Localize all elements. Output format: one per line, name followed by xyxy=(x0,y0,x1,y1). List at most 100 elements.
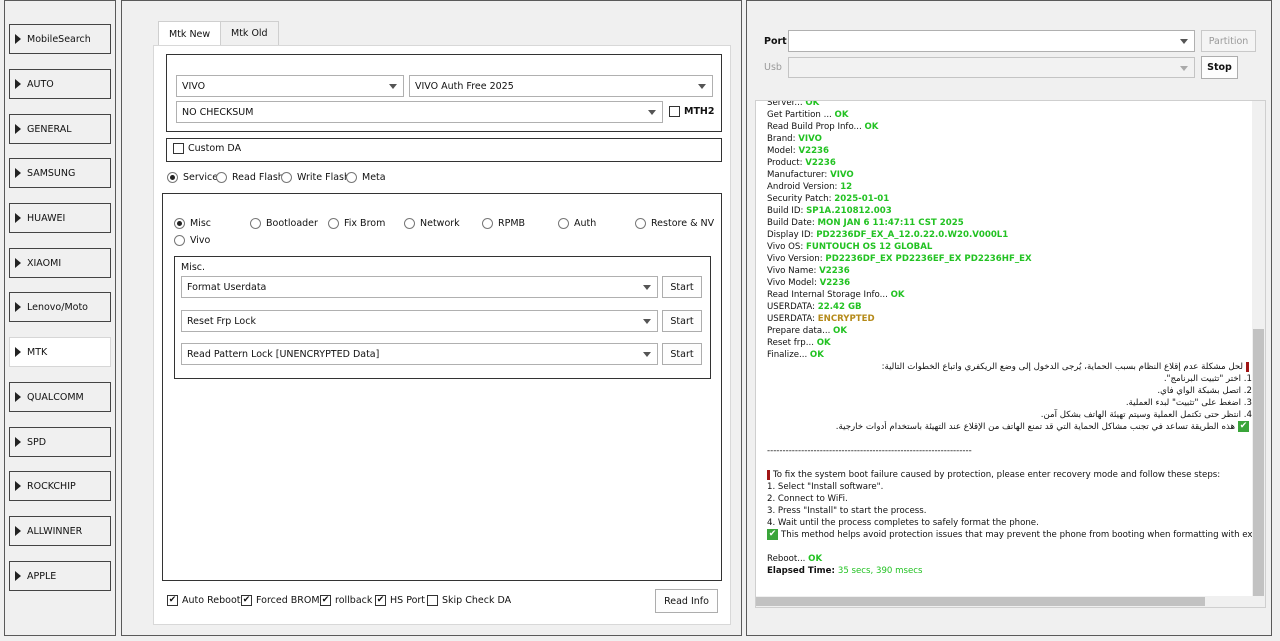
log-text: Android Version: xyxy=(767,182,841,192)
sidebar-item-huawei[interactable]: HUAWEI xyxy=(9,203,111,233)
mode-radio-read-flash[interactable]: Read Flash xyxy=(216,172,284,183)
log-arabic-line: 4. انتظر حتى تكتمل العملية وسيتم تهيئة ا… xyxy=(767,409,1252,421)
misc-action-select[interactable]: Reset Frp Lock xyxy=(181,310,658,332)
log-line: Vivo Version: PD2236DF_EX PD2236EF_EX PD… xyxy=(767,253,1252,265)
op-radio-misc[interactable]: Misc xyxy=(174,218,211,229)
radio-circle xyxy=(216,172,227,183)
sidebar-item-allwinner[interactable]: ALLWINNER xyxy=(9,516,111,546)
log-line: USERDATA: 22.42 GB xyxy=(767,301,1252,313)
mode-radio-write-flash[interactable]: Write Flash xyxy=(281,172,350,183)
log-line: Android Version: 12 xyxy=(767,181,1252,193)
caret-right-icon xyxy=(15,481,21,491)
tab-mtk-new[interactable]: Mtk New xyxy=(158,21,222,46)
op-radio-auth[interactable]: Auth xyxy=(558,218,596,229)
read-info-button[interactable]: Read Info xyxy=(655,589,718,613)
chevron-down-icon xyxy=(1180,39,1188,44)
sidebar-item-rockchip[interactable]: ROCKCHIP xyxy=(9,471,111,501)
option-auto-reboot[interactable]: ✔ Auto Reboot xyxy=(167,595,240,606)
caret-right-icon xyxy=(15,437,21,447)
op-radio-label: Bootloader xyxy=(266,218,318,229)
log-english-text: 1. Select "Install software". xyxy=(767,482,884,492)
mode-radio-meta[interactable]: Meta xyxy=(346,172,386,183)
log-vertical-scrollbar[interactable] xyxy=(1252,101,1265,597)
log-value: V2236 xyxy=(805,158,836,168)
sidebar-item-xiaomi[interactable]: XIAOMI xyxy=(9,248,111,278)
op-radio-label: Fix Brom xyxy=(344,218,386,229)
log-value: MON JAN 6 11:47:11 CST 2025 xyxy=(817,218,964,228)
log-text: Build Date: xyxy=(767,218,818,228)
usb-select[interactable] xyxy=(788,57,1195,78)
option-label: rollback xyxy=(335,595,373,606)
option-hs-port[interactable]: ✔ HS Port xyxy=(375,595,425,606)
log-english-text: To fix the system boot failure caused by… xyxy=(773,470,1221,480)
log-english-line: 4. Wait until the process completes to s… xyxy=(767,517,1252,529)
checkbox-box: ✔ xyxy=(241,595,252,606)
op-radio-restore-nv[interactable]: Restore & NV xyxy=(635,218,714,229)
log-value: OK xyxy=(808,554,823,564)
sidebar-item-mobilesearch[interactable]: MobileSearch xyxy=(9,24,111,54)
radio-circle xyxy=(328,218,339,229)
log-text: USERDATA: xyxy=(767,314,818,324)
op-radio-vivo[interactable]: Vivo xyxy=(174,235,210,246)
stop-button[interactable]: Stop xyxy=(1201,56,1238,79)
misc-start-button[interactable]: Start xyxy=(662,310,702,332)
log-text: Brand: xyxy=(767,134,799,144)
op-radio-fix-brom[interactable]: Fix Brom xyxy=(328,218,385,229)
checksum-select[interactable]: NO CHECKSUM xyxy=(176,101,663,123)
log-english-line: 2. Connect to WiFi. xyxy=(767,493,1252,505)
log-arabic-text: 2. اتصل بشبكة الواي فاي. xyxy=(1157,386,1252,396)
partition-button[interactable]: Partition xyxy=(1201,30,1256,52)
log-line: Build Date: MON JAN 6 11:47:11 CST 2025 xyxy=(767,217,1252,229)
log-content: Server... OK Get Partition ... OK Read Bui… xyxy=(767,100,1252,577)
sidebar-item-lenovo-moto[interactable]: Lenovo/Moto xyxy=(9,292,111,322)
auth-select[interactable]: VIVO Auth Free 2025 xyxy=(409,75,713,97)
log-separator: ----------------------------------------… xyxy=(767,445,1252,457)
chevron-down-icon xyxy=(643,285,651,290)
log-blank xyxy=(767,541,1252,553)
sidebar-item-mtk[interactable]: MTK xyxy=(9,337,111,367)
op-radio-network[interactable]: Network xyxy=(404,218,460,229)
log-value: OK xyxy=(890,290,905,300)
log-value: V2236 xyxy=(798,146,830,156)
log-text: Security Patch: xyxy=(767,194,835,204)
log-line: Vivo Name: V2236 xyxy=(767,265,1252,277)
brand-select[interactable]: VIVO xyxy=(176,75,404,97)
mode-radio-label: Meta xyxy=(362,172,386,183)
log-line: Manufacturer: VIVO xyxy=(767,169,1252,181)
radio-circle xyxy=(174,235,185,246)
log-horizontal-scrollbar[interactable] xyxy=(756,596,1265,607)
log-value: OK xyxy=(805,100,820,108)
sidebar-item-qualcomm[interactable]: QUALCOMM xyxy=(9,382,111,412)
misc-start-button[interactable]: Start xyxy=(662,343,702,365)
log-line: Vivo OS: FUNTOUCH OS 12 GLOBAL xyxy=(767,241,1252,253)
op-radio-bootloader[interactable]: Bootloader xyxy=(250,218,318,229)
op-radio-rpmb[interactable]: RPMB xyxy=(482,218,525,229)
log-line: Get Partition ... OK xyxy=(767,109,1252,121)
misc-action-select[interactable]: Read Pattern Lock [UNENCRYPTED Data] xyxy=(181,343,658,365)
port-select[interactable] xyxy=(788,30,1195,52)
sidebar-item-auto[interactable]: AUTO xyxy=(9,69,111,99)
sidebar-item-apple[interactable]: APPLE xyxy=(9,561,111,591)
caret-right-icon xyxy=(15,302,21,312)
sidebar-item-samsung[interactable]: SAMSUNG xyxy=(9,158,111,188)
start-label: Start xyxy=(670,315,694,327)
log-text: Read Internal Storage Info... xyxy=(767,290,891,300)
sidebar-item-general[interactable]: GENERAL xyxy=(9,114,111,144)
mth2-checkbox[interactable]: MTH2 xyxy=(669,106,715,117)
log-line: Display ID: PD2236DF_EX_A_12.0.22.0.W20.… xyxy=(767,229,1252,241)
option-skip-check-da[interactable]: Skip Check DA xyxy=(427,595,511,606)
sidebar-item-spd[interactable]: SPD xyxy=(9,427,111,457)
misc-start-button[interactable]: Start xyxy=(662,276,702,298)
scrollbar-thumb[interactable] xyxy=(1253,329,1264,597)
log-value: PD2236DF_EX_A_12.0.22.0.W20.V000L1 xyxy=(816,230,1009,240)
misc-action-select[interactable]: Format Userdata xyxy=(181,276,658,298)
custom-da-checkbox[interactable]: Custom DA xyxy=(173,143,241,154)
caret-right-icon xyxy=(15,124,21,134)
scrollbar-thumb[interactable] xyxy=(756,597,1205,606)
log-value: OK xyxy=(809,350,824,360)
option-forced-brom[interactable]: ✔ Forced BROM xyxy=(241,595,320,606)
tab-mtk-old[interactable]: Mtk Old xyxy=(220,21,279,45)
option-rollback[interactable]: ✔ rollback xyxy=(320,595,372,606)
log-line: Elapsed Time: 35 secs, 390 msecs xyxy=(767,565,1252,577)
mode-radio-service[interactable]: Service xyxy=(167,172,218,183)
